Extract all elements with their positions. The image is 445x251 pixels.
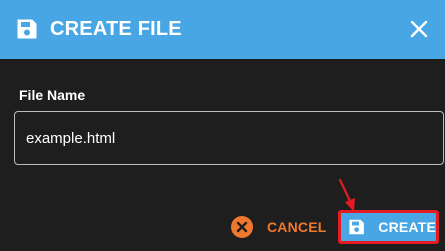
floppy-disk-icon	[349, 219, 364, 235]
create-button[interactable]: CREATE	[338, 210, 439, 244]
create-file-dialog: CREATE FILE File Name CANCEL CREATE	[0, 0, 445, 251]
dialog-title: CREATE FILE	[50, 18, 182, 40]
cancel-circle-icon	[231, 216, 253, 238]
floppy-disk-icon	[17, 19, 37, 39]
file-name-input[interactable]	[14, 111, 444, 165]
close-icon[interactable]	[408, 18, 430, 40]
cancel-button-label: CANCEL	[267, 219, 327, 235]
cancel-button[interactable]: CANCEL	[231, 214, 327, 240]
file-name-label: File Name	[19, 87, 86, 103]
dialog-header: CREATE FILE	[0, 0, 445, 59]
create-button-label: CREATE	[378, 219, 436, 235]
